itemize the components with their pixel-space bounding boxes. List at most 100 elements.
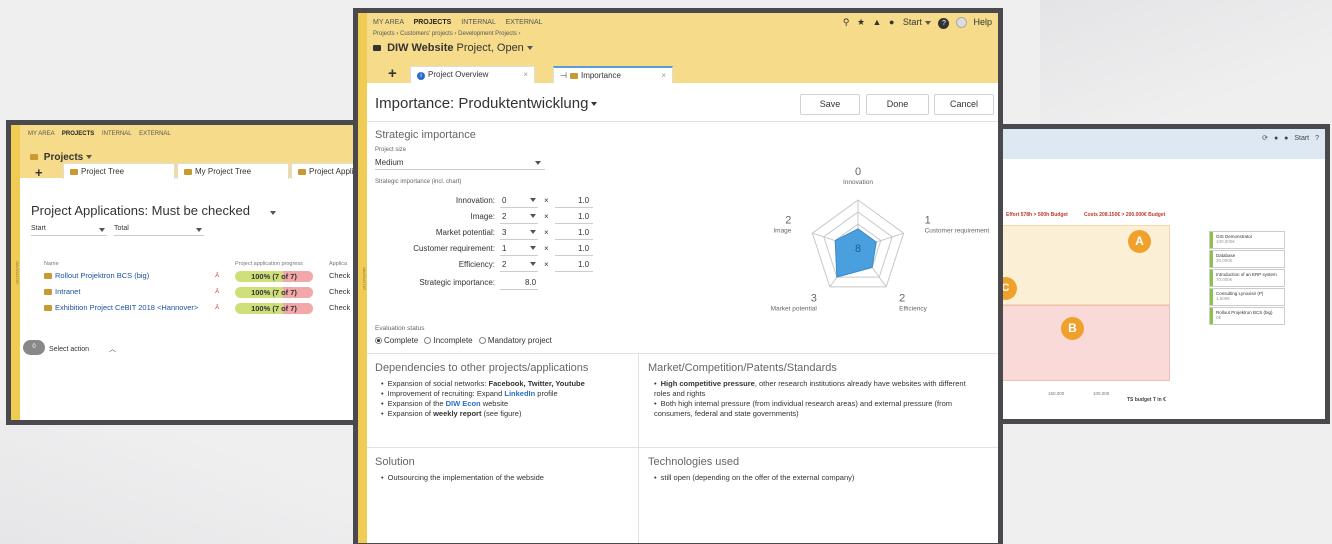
nav-projects[interactable]: PROJECTS <box>62 131 94 137</box>
list-item: still open (depending on the offer of th… <box>654 473 979 483</box>
radio-complete[interactable]: Complete <box>375 336 418 345</box>
radio-mandatory[interactable]: Mandatory project <box>478 336 552 345</box>
select-action-dropdown[interactable]: Select action ︿ <box>49 344 116 354</box>
criteria-weight-input[interactable]: 1.0 <box>578 196 589 205</box>
nav-internal[interactable]: INTERNAL <box>102 131 131 137</box>
folder-icon <box>70 168 78 175</box>
chevron-down-icon[interactable] <box>270 211 276 215</box>
cancel-button[interactable]: Cancel <box>934 94 994 115</box>
add-tab-button[interactable]: + <box>388 65 397 82</box>
legend-item[interactable]: Database 30,000€ <box>1209 250 1285 268</box>
column-applica[interactable]: Applica <box>329 261 347 267</box>
chevron-down-icon[interactable] <box>526 46 533 51</box>
pdf-icon[interactable]: ⅄ <box>215 287 219 295</box>
start-menu[interactable]: Start <box>1294 135 1309 142</box>
nav-my-area[interactable]: MY AREA <box>373 19 404 26</box>
linkedin-link[interactable]: LinkedIn <box>504 389 535 398</box>
project-name: DIW Website <box>387 42 454 54</box>
column-name[interactable]: Name <box>44 261 59 267</box>
save-button[interactable]: Save <box>800 94 860 115</box>
criteria-value-select[interactable]: 1 <box>502 244 506 253</box>
refresh-icon[interactable]: ⟳ <box>1262 135 1268 142</box>
radar-axis-label: Innovation <box>843 179 873 186</box>
legend-item[interactable]: Introduction of an ERP system 70,000€ <box>1209 269 1285 287</box>
check-link[interactable]: Check <box>329 271 350 280</box>
bell-icon[interactable]: ▲ <box>873 17 882 27</box>
tab-project-tree[interactable]: Project Tree <box>63 163 175 179</box>
criteria-value-select[interactable]: 2 <box>502 260 506 269</box>
bell-icon[interactable]: ● <box>1274 135 1278 142</box>
criteria-value-select[interactable]: 0 <box>502 196 506 205</box>
pdf-icon[interactable]: ⅄ <box>215 271 219 279</box>
filter-total[interactable]: Total <box>114 225 204 236</box>
check-link[interactable]: Check <box>329 287 350 296</box>
pin-icon[interactable]: ⊣ <box>560 71 567 80</box>
filter-start[interactable]: Start <box>31 225 107 236</box>
legend-item[interactable]: Rollout Projektron BCS (big) 0€ <box>1209 307 1285 325</box>
close-icon[interactable]: × <box>523 67 528 82</box>
legend-item[interactable]: GIS Demonstrator 100,000€ <box>1209 231 1285 249</box>
avatar[interactable] <box>955 17 967 29</box>
criteria-weight-input[interactable]: 1.0 <box>578 228 589 237</box>
navigator-rail[interactable]: NAVIGATOR <box>11 125 20 420</box>
criteria-weight-input[interactable]: 1.0 <box>578 244 589 253</box>
legend-list: GIS Demonstrator 100,000€ Database 30,000€… <box>1209 231 1289 341</box>
list-item: Both high internal pressure (from indivi… <box>654 399 979 419</box>
criteria-weight-input[interactable]: 1.0 <box>578 260 589 269</box>
nav-external[interactable]: EXTERNAL <box>506 19 543 26</box>
marker-b[interactable]: B <box>1061 317 1084 340</box>
x-tick: 150,000 <box>1048 391 1065 396</box>
tab-importance[interactable]: ⊣ Importance × <box>553 66 673 83</box>
legend-item[interactable]: Consulting Lynoxisir (P) 1,500€ <box>1209 288 1285 306</box>
breadcrumb[interactable]: Projects › Customers' projects › Develop… <box>373 31 521 37</box>
radar-axis-value: 3 <box>811 293 817 305</box>
chevron-down-icon[interactable] <box>530 230 536 234</box>
chevron-down-icon[interactable] <box>530 198 536 202</box>
help-icon[interactable]: ? <box>1315 135 1319 142</box>
x-axis-label: TS budget T in € <box>1127 397 1166 403</box>
add-tab-button[interactable]: + <box>35 165 43 180</box>
timer-icon[interactable]: ● <box>889 17 894 27</box>
column-progress[interactable]: Project application progress <box>235 261 303 267</box>
user-icon[interactable]: ● <box>1284 135 1288 142</box>
close-icon[interactable]: × <box>661 68 666 83</box>
pdf-icon[interactable]: ⅄ <box>215 303 219 311</box>
chevron-down-icon[interactable] <box>591 102 598 107</box>
diw-econ-link[interactable]: DIW Econ <box>446 399 481 408</box>
nav-internal[interactable]: INTERNAL <box>461 19 495 26</box>
check-link[interactable]: Check <box>329 303 350 312</box>
criteria-value-select[interactable]: 2 <box>502 212 506 221</box>
project-size-select[interactable]: Medium <box>375 158 545 170</box>
table-row[interactable]: Exhibition Project CeBIT 2018 <Hannover>… <box>44 303 359 318</box>
star-icon[interactable]: ★ <box>857 17 865 27</box>
nav-external[interactable]: EXTERNAL <box>139 131 171 137</box>
technologies-list: still open (depending on the offer of th… <box>654 473 979 483</box>
search-icon[interactable]: ⚲ <box>843 17 850 27</box>
done-button[interactable]: Done <box>866 94 929 115</box>
tab-project-overview[interactable]: i Project Overview × <box>410 66 535 83</box>
list-item: Improvement of recruiting: Expand Linked… <box>381 389 631 399</box>
chevron-down-icon[interactable] <box>530 262 536 266</box>
tab-my-project-tree[interactable]: My Project Tree <box>177 163 289 179</box>
marker-a[interactable]: A <box>1128 230 1151 253</box>
table-row[interactable]: Rollout Projektron BCS (big) ⅄ 100% (7 o… <box>44 271 359 286</box>
radio-incomplete[interactable]: Incomplete <box>424 336 473 345</box>
chevron-down-icon[interactable] <box>530 246 536 250</box>
section-title-dependencies: Dependencies to other projects/applicati… <box>375 362 589 374</box>
help-icon[interactable]: ? <box>938 18 950 29</box>
help-link[interactable]: Help <box>973 17 992 27</box>
navigator-rail[interactable]: NAVIGATOR <box>358 13 367 543</box>
criteria-value-select[interactable]: 3 <box>502 228 506 237</box>
chevron-down-icon <box>535 161 541 165</box>
chevron-down-icon[interactable] <box>86 155 93 160</box>
criteria-row: Customer requirement: 1 × 1.0 <box>375 244 615 259</box>
effort-label: Effort 578h > 500h Budget <box>1006 212 1068 218</box>
nav-projects[interactable]: PROJECTS <box>414 19 452 26</box>
criteria-weight-input[interactable]: 1.0 <box>578 212 589 221</box>
chevron-down-icon[interactable] <box>530 214 536 218</box>
table-row[interactable]: Intranet ⅄ 100% (7 of 7) Check <box>44 287 359 302</box>
chevron-down-icon <box>924 20 931 25</box>
radar-axis-value: 0 <box>855 166 861 178</box>
start-menu[interactable]: Start <box>903 17 931 27</box>
nav-my-area[interactable]: MY AREA <box>28 131 54 137</box>
